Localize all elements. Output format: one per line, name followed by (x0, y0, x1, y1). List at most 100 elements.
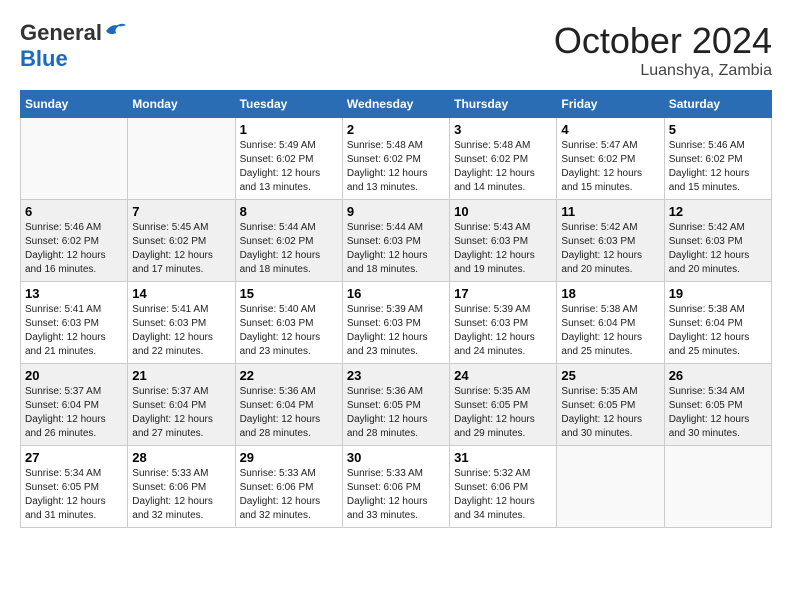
day-number: 10 (454, 204, 552, 219)
day-info: Sunrise: 5:37 AMSunset: 6:04 PMDaylight:… (132, 385, 230, 441)
week-row-2: 6 Sunrise: 5:46 AMSunset: 6:02 PMDaylight… (21, 200, 772, 282)
calendar-cell: 5 Sunrise: 5:46 AMSunset: 6:02 PMDaylight… (664, 118, 771, 200)
calendar-cell: 30 Sunrise: 5:33 AMSunset: 6:06 PMDayligh… (342, 446, 449, 528)
calendar-cell: 29 Sunrise: 5:33 AMSunset: 6:06 PMDayligh… (235, 446, 342, 528)
day-info: Sunrise: 5:44 AMSunset: 6:03 PMDaylight:… (347, 221, 445, 277)
location-title: Luanshya, Zambia (554, 62, 772, 80)
day-number: 2 (347, 122, 445, 137)
day-info: Sunrise: 5:34 AMSunset: 6:05 PMDaylight:… (669, 385, 767, 441)
logo-bird-icon (104, 21, 126, 41)
day-number: 23 (347, 368, 445, 383)
calendar-cell: 13 Sunrise: 5:41 AMSunset: 6:03 PMDayligh… (21, 282, 128, 364)
day-number: 9 (347, 204, 445, 219)
title-section: October 2024 Luanshya, Zambia (554, 20, 772, 80)
header-tuesday: Tuesday (235, 91, 342, 118)
logo-blue-text: Blue (20, 46, 68, 71)
day-info: Sunrise: 5:35 AMSunset: 6:05 PMDaylight:… (561, 385, 659, 441)
day-number: 12 (669, 204, 767, 219)
day-number: 8 (240, 204, 338, 219)
calendar-table: Sunday Monday Tuesday Wednesday Thursday… (20, 90, 772, 528)
day-info: Sunrise: 5:37 AMSunset: 6:04 PMDaylight:… (25, 385, 123, 441)
calendar-cell (21, 118, 128, 200)
day-number: 19 (669, 286, 767, 301)
calendar-cell: 16 Sunrise: 5:39 AMSunset: 6:03 PMDayligh… (342, 282, 449, 364)
day-info: Sunrise: 5:35 AMSunset: 6:05 PMDaylight:… (454, 385, 552, 441)
calendar-cell: 6 Sunrise: 5:46 AMSunset: 6:02 PMDaylight… (21, 200, 128, 282)
day-info: Sunrise: 5:36 AMSunset: 6:04 PMDaylight:… (240, 385, 338, 441)
header-monday: Monday (128, 91, 235, 118)
day-info: Sunrise: 5:45 AMSunset: 6:02 PMDaylight:… (132, 221, 230, 277)
header-row: Sunday Monday Tuesday Wednesday Thursday… (21, 91, 772, 118)
day-info: Sunrise: 5:33 AMSunset: 6:06 PMDaylight:… (240, 467, 338, 523)
day-number: 30 (347, 450, 445, 465)
calendar-cell: 7 Sunrise: 5:45 AMSunset: 6:02 PMDaylight… (128, 200, 235, 282)
day-info: Sunrise: 5:46 AMSunset: 6:02 PMDaylight:… (25, 221, 123, 277)
day-info: Sunrise: 5:39 AMSunset: 6:03 PMDaylight:… (454, 303, 552, 359)
day-number: 6 (25, 204, 123, 219)
day-info: Sunrise: 5:40 AMSunset: 6:03 PMDaylight:… (240, 303, 338, 359)
day-number: 25 (561, 368, 659, 383)
calendar-cell: 10 Sunrise: 5:43 AMSunset: 6:03 PMDayligh… (450, 200, 557, 282)
page-header: General Blue October 2024 Luanshya, Zamb… (20, 20, 772, 80)
day-number: 7 (132, 204, 230, 219)
day-info: Sunrise: 5:48 AMSunset: 6:02 PMDaylight:… (454, 139, 552, 195)
day-info: Sunrise: 5:47 AMSunset: 6:02 PMDaylight:… (561, 139, 659, 195)
day-info: Sunrise: 5:33 AMSunset: 6:06 PMDaylight:… (347, 467, 445, 523)
calendar-cell: 11Sunrise: 5:42 AMSunset: 6:03 PMDayligh… (557, 200, 664, 282)
day-number: 21 (132, 368, 230, 383)
day-number: 29 (240, 450, 338, 465)
header-sunday: Sunday (21, 91, 128, 118)
day-number: 22 (240, 368, 338, 383)
header-wednesday: Wednesday (342, 91, 449, 118)
calendar-cell: 15 Sunrise: 5:40 AMSunset: 6:03 PMDayligh… (235, 282, 342, 364)
day-number: 15 (240, 286, 338, 301)
day-number: 5 (669, 122, 767, 137)
header-friday: Friday (557, 91, 664, 118)
logo-general-text: General (20, 20, 102, 46)
calendar-body: 1Sunrise: 5:49 AMSunset: 6:02 PMDaylight… (21, 118, 772, 528)
day-info: Sunrise: 5:42 AMSunset: 6:03 PMDaylight:… (561, 221, 659, 277)
day-info: Sunrise: 5:49 AMSunset: 6:02 PMDaylight:… (240, 139, 338, 195)
calendar-cell: 24 Sunrise: 5:35 AMSunset: 6:05 PMDayligh… (450, 364, 557, 446)
week-row-5: 27Sunrise: 5:34 AMSunset: 6:05 PMDayligh… (21, 446, 772, 528)
day-number: 14 (132, 286, 230, 301)
calendar-cell: 18 Sunrise: 5:38 AMSunset: 6:04 PMDayligh… (557, 282, 664, 364)
day-info: Sunrise: 5:38 AMSunset: 6:04 PMDaylight:… (669, 303, 767, 359)
day-info: Sunrise: 5:44 AMSunset: 6:02 PMDaylight:… (240, 221, 338, 277)
calendar-cell: 9 Sunrise: 5:44 AMSunset: 6:03 PMDaylight… (342, 200, 449, 282)
calendar-cell: 12Sunrise: 5:42 AMSunset: 6:03 PMDayligh… (664, 200, 771, 282)
calendar-cell: 25 Sunrise: 5:35 AMSunset: 6:05 PMDayligh… (557, 364, 664, 446)
calendar-cell: 8 Sunrise: 5:44 AMSunset: 6:02 PMDaylight… (235, 200, 342, 282)
calendar-header: Sunday Monday Tuesday Wednesday Thursday… (21, 91, 772, 118)
day-number: 13 (25, 286, 123, 301)
header-saturday: Saturday (664, 91, 771, 118)
calendar-cell: 4 Sunrise: 5:47 AMSunset: 6:02 PMDaylight… (557, 118, 664, 200)
calendar-cell: 14Sunrise: 5:41 AMSunset: 6:03 PMDayligh… (128, 282, 235, 364)
day-number: 4 (561, 122, 659, 137)
day-number: 18 (561, 286, 659, 301)
calendar-cell: 19 Sunrise: 5:38 AMSunset: 6:04 PMDayligh… (664, 282, 771, 364)
calendar-cell: 28Sunrise: 5:33 AMSunset: 6:06 PMDayligh… (128, 446, 235, 528)
calendar-cell: 1Sunrise: 5:49 AMSunset: 6:02 PMDaylight… (235, 118, 342, 200)
calendar-cell: 21 Sunrise: 5:37 AMSunset: 6:04 PMDayligh… (128, 364, 235, 446)
week-row-1: 1Sunrise: 5:49 AMSunset: 6:02 PMDaylight… (21, 118, 772, 200)
day-info: Sunrise: 5:43 AMSunset: 6:03 PMDaylight:… (454, 221, 552, 277)
calendar-cell: 22 Sunrise: 5:36 AMSunset: 6:04 PMDayligh… (235, 364, 342, 446)
calendar-cell: 2Sunrise: 5:48 AMSunset: 6:02 PMDaylight… (342, 118, 449, 200)
day-info: Sunrise: 5:41 AMSunset: 6:03 PMDaylight:… (25, 303, 123, 359)
day-number: 16 (347, 286, 445, 301)
week-row-3: 13 Sunrise: 5:41 AMSunset: 6:03 PMDayligh… (21, 282, 772, 364)
day-info: Sunrise: 5:34 AMSunset: 6:05 PMDaylight:… (25, 467, 123, 523)
day-number: 28 (132, 450, 230, 465)
week-row-4: 20 Sunrise: 5:37 AMSunset: 6:04 PMDayligh… (21, 364, 772, 446)
calendar-cell (128, 118, 235, 200)
day-number: 31 (454, 450, 552, 465)
day-info: Sunrise: 5:46 AMSunset: 6:02 PMDaylight:… (669, 139, 767, 195)
calendar-cell: 23Sunrise: 5:36 AMSunset: 6:05 PMDayligh… (342, 364, 449, 446)
day-info: Sunrise: 5:39 AMSunset: 6:03 PMDaylight:… (347, 303, 445, 359)
day-info: Sunrise: 5:38 AMSunset: 6:04 PMDaylight:… (561, 303, 659, 359)
day-number: 20 (25, 368, 123, 383)
day-number: 24 (454, 368, 552, 383)
calendar-cell: 26Sunrise: 5:34 AMSunset: 6:05 PMDayligh… (664, 364, 771, 446)
day-number: 3 (454, 122, 552, 137)
